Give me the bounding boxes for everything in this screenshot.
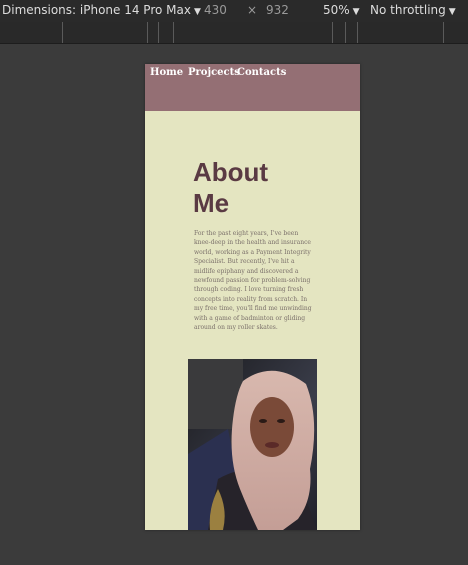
nav-contacts-link[interactable]: Contacts: [237, 67, 286, 78]
ruler-marker: [173, 22, 174, 43]
chevron-down-icon: ▼: [193, 7, 201, 17]
ruler-marker: [62, 22, 63, 43]
media-query-ruler[interactable]: [0, 22, 468, 44]
page-title: About Me: [193, 157, 313, 219]
zoom-select[interactable]: 50% ▼: [323, 3, 360, 17]
throttling-select[interactable]: No throttling ▼: [370, 3, 456, 17]
throttling-label: No throttling: [370, 3, 446, 17]
devtools-device-toolbar: Dimensions: iPhone 14 Pro Max ▼ 430 × 932…: [0, 0, 468, 22]
dimension-separator: ×: [247, 3, 258, 17]
profile-photo: [188, 359, 317, 530]
page-title-line: Me: [193, 188, 230, 218]
nav-home-link[interactable]: Home: [150, 67, 183, 78]
ruler-marker: [345, 22, 346, 43]
page-title-line: About: [193, 157, 269, 187]
ruler-marker: [357, 22, 358, 43]
height-input[interactable]: 932: [266, 3, 289, 17]
ruler-marker: [443, 22, 444, 43]
device-label: Dimensions: iPhone 14 Pro Max: [2, 3, 191, 17]
bio-paragraph: For the past eight years, I've been knee…: [194, 230, 312, 332]
chevron-down-icon: ▼: [352, 7, 360, 17]
ruler-marker: [332, 22, 333, 43]
ruler-marker: [158, 22, 159, 43]
portrait-photo-icon: [188, 359, 317, 530]
zoom-label: 50%: [323, 3, 350, 17]
chevron-down-icon: ▼: [448, 7, 456, 17]
device-select[interactable]: Dimensions: iPhone 14 Pro Max ▼: [2, 3, 201, 17]
site-navbar: Home Projcects Contacts: [145, 64, 360, 111]
nav-projects-link[interactable]: Projcects: [188, 67, 240, 78]
device-viewport: Home Projcects Contacts About Me For the…: [145, 64, 360, 530]
ruler-marker: [147, 22, 148, 43]
width-input[interactable]: 430: [204, 3, 227, 17]
